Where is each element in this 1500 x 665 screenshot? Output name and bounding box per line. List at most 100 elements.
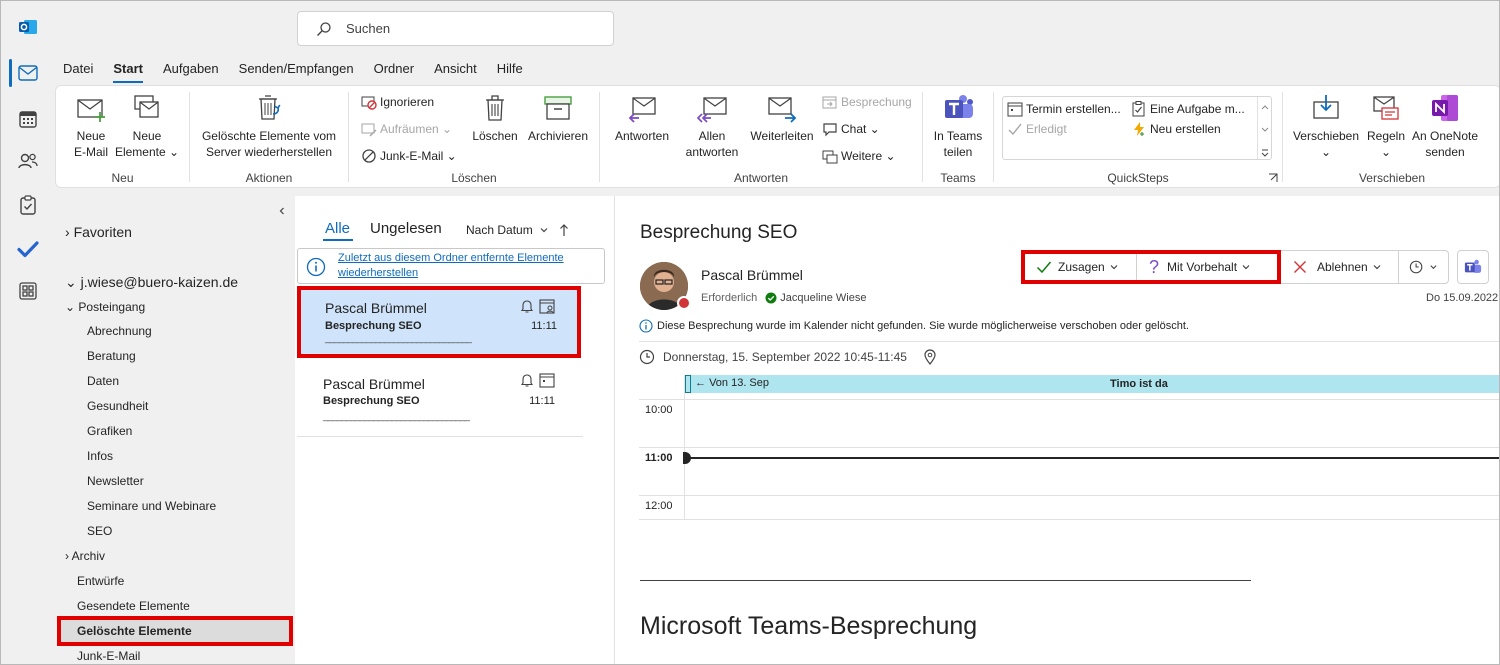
menu-tabs: Datei Start Aufgaben Senden/Empfangen Or…: [63, 61, 543, 83]
message-subject: Besprechung SEO: [323, 395, 420, 407]
folder-seminare[interactable]: Seminare und Webinare: [87, 499, 216, 513]
filter-unread-tab[interactable]: Ungelesen: [370, 220, 442, 237]
teams-icon: [1464, 259, 1482, 273]
message-item[interactable]: Pascal Brümmel Besprechung SEO 11:11 ___…: [297, 286, 581, 358]
ignore-button[interactable]: Ignorieren: [361, 94, 434, 110]
hour-label: 10:00: [645, 404, 673, 416]
propose-time-button[interactable]: [1399, 250, 1449, 284]
sort-arrow-up-icon[interactable]: [559, 223, 569, 237]
folder-newsletter[interactable]: Newsletter: [87, 474, 144, 488]
new-items-icon: [134, 95, 159, 118]
reply-button[interactable]: Antworten: [608, 92, 676, 144]
chevron-right-icon: ›: [65, 224, 70, 240]
hour-label: 12:00: [645, 500, 673, 512]
mail-icon[interactable]: [9, 55, 47, 91]
folder-deleted-selected[interactable]: Gelöschte Elemente: [57, 616, 293, 646]
tab-start[interactable]: Start: [113, 61, 143, 83]
todo-icon[interactable]: [9, 231, 47, 267]
folder-abrechnung[interactable]: Abrechnung: [87, 324, 152, 338]
location-pin-icon[interactable]: [923, 349, 937, 365]
folder-archive[interactable]: › Archiv: [65, 549, 105, 563]
forward-icon: [768, 97, 797, 123]
delete-button[interactable]: Löschen: [469, 92, 521, 144]
folder-sent[interactable]: Gesendete Elemente: [77, 599, 190, 613]
folder-inbox[interactable]: ⌄ Posteingang: [65, 300, 145, 314]
folder-deleted-label: Gelöschte Elemente: [77, 624, 192, 638]
info-icon: [306, 257, 326, 277]
rules-button[interactable]: Regeln ⌄: [1363, 92, 1409, 160]
collapse-pane-icon[interactable]: [277, 206, 287, 216]
hour-line: [639, 447, 1499, 448]
folder-grafiken[interactable]: Grafiken: [87, 424, 132, 438]
sort-dropdown[interactable]: Nach Datum: [466, 223, 569, 237]
group-label-quicksteps: QuickSteps: [1107, 171, 1169, 185]
calendar-small-icon: [539, 373, 555, 388]
junk-email-button[interactable]: Junk-E-Mail ⌄: [361, 148, 457, 164]
chat-button[interactable]: Chat ⌄: [822, 121, 880, 137]
search-placeholder[interactable]: Suchen: [346, 21, 390, 36]
group-antworten: Antworten Allen antworten Weiterleiten B…: [600, 86, 922, 189]
restore-link[interactable]: Zuletzt aus diesem Ordner entfernte Elem…: [338, 251, 564, 281]
meeting-icon: [822, 96, 837, 109]
tab-datei[interactable]: Datei: [63, 61, 93, 81]
search-icon: [317, 21, 331, 36]
new-email-button[interactable]: Neue E-Mail: [70, 92, 112, 160]
clock-icon: [639, 349, 655, 365]
group-aktionen: Gelöschte Elemente vom Server wiederhers…: [190, 86, 348, 189]
forward-button[interactable]: Weiterleiten: [746, 92, 818, 144]
new-items-button[interactable]: Neue Elemente ⌄: [114, 92, 180, 160]
bell-icon: [520, 300, 534, 313]
folder-drafts[interactable]: Entwürfe: [77, 574, 124, 588]
required-label: Erforderlich: [701, 292, 758, 304]
folder-gesundheit[interactable]: Gesundheit: [87, 399, 148, 413]
meeting-request-icon: [539, 299, 555, 314]
accepted-check-icon: [765, 292, 777, 304]
outlook-window: Suchen Datei Start Aufgaben Senden/Empfa…: [0, 0, 1500, 665]
calendar-notice: Diese Besprechung wurde im Kalender nich…: [639, 319, 1189, 333]
folder-beratung[interactable]: Beratung: [87, 349, 136, 363]
tasks-icon[interactable]: [9, 187, 47, 223]
filter-all-tab[interactable]: Alle: [325, 220, 350, 237]
message-preview: ________________________________: [325, 333, 472, 344]
calendar-banner[interactable]: ← Von 13. Sep Timo ist da: [685, 375, 1499, 393]
list-divider: [297, 436, 583, 437]
group-label-neu: Neu: [111, 171, 134, 185]
archive-button[interactable]: Archivieren: [523, 92, 593, 144]
more-apps-icon[interactable]: [9, 273, 47, 309]
tab-hilfe[interactable]: Hilfe: [497, 61, 523, 81]
group-teams: In Teams teilen Teams: [923, 86, 993, 189]
send-to-onenote-button[interactable]: An OneNote senden: [1411, 92, 1479, 160]
folder-infos[interactable]: Infos: [87, 449, 113, 463]
folder-daten[interactable]: Daten: [87, 374, 119, 388]
reply-all-button[interactable]: Allen antworten: [680, 92, 744, 160]
message-item[interactable]: Pascal Brümmel Besprechung SEO 11:11 ___…: [297, 364, 581, 436]
tab-aufgaben[interactable]: Aufgaben: [163, 61, 219, 81]
folder-junk[interactable]: Junk-E-Mail: [77, 649, 140, 663]
more-reply-icon: [822, 150, 838, 164]
meeting-button[interactable]: Besprechung: [822, 94, 912, 110]
teams-chat-button[interactable]: [1457, 250, 1489, 284]
decline-button[interactable]: Ablehnen: [1281, 250, 1399, 284]
folder-seo[interactable]: SEO: [87, 524, 112, 538]
tab-ordner[interactable]: Ordner: [374, 61, 414, 81]
onenote-icon: [1432, 95, 1458, 121]
restore-deleted-button[interactable]: Gelöschte Elemente vom Server wiederhers…: [196, 92, 342, 160]
people-icon[interactable]: [9, 143, 47, 179]
folder-favorites[interactable]: › Favoriten: [65, 224, 132, 240]
sender-name[interactable]: Pascal Brümmel: [701, 267, 803, 283]
cleanup-button[interactable]: Aufräumen ⌄: [361, 121, 452, 137]
banner-marker: [685, 375, 691, 393]
search-box[interactable]: Suchen: [297, 11, 614, 46]
move-button[interactable]: Verschieben ⌄: [1291, 92, 1361, 160]
dialog-launcher-icon[interactable]: [1268, 173, 1278, 183]
message-sender: Pascal Brümmel: [323, 376, 425, 392]
more-reply-button[interactable]: Weitere ⌄: [822, 148, 896, 164]
folder-account[interactable]: ⌄ j.wiese@buero-kaizen.de: [65, 274, 238, 291]
tab-ansicht[interactable]: Ansicht: [434, 61, 477, 81]
calendar-icon[interactable]: [9, 101, 47, 137]
attendee-name[interactable]: Jacqueline Wiese: [780, 292, 866, 304]
restore-info-box[interactable]: Zuletzt aus diesem Ordner entfernte Elem…: [297, 248, 605, 284]
hour-label: 11:00: [645, 452, 673, 464]
tab-senden-empfangen[interactable]: Senden/Empfangen: [239, 61, 354, 81]
share-to-teams-button[interactable]: In Teams teilen: [925, 92, 991, 160]
